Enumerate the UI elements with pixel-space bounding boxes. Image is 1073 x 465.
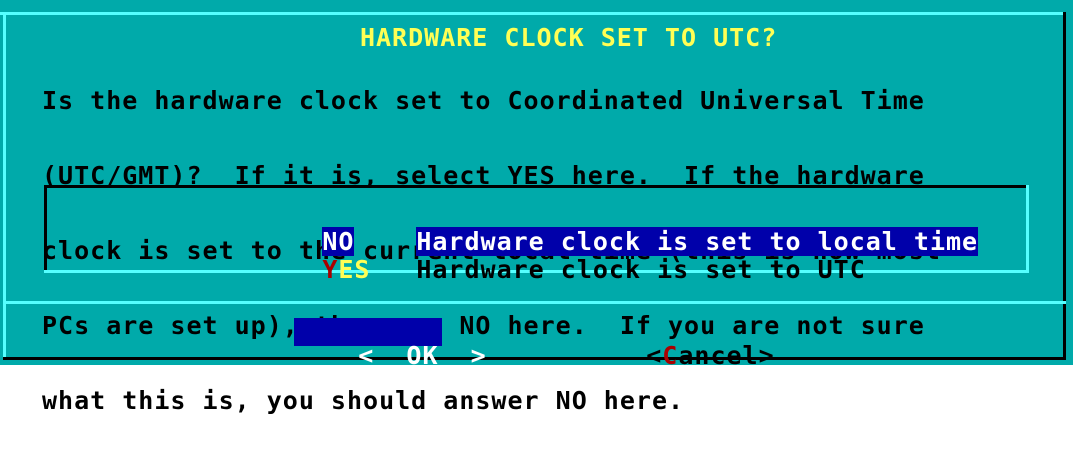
dialog-title-bar: HARDWARE CLOCK SET TO UTC?: [0, 0, 1073, 52]
frame-left-border: [3, 12, 6, 357]
cancel-button-hotkey: C: [662, 341, 679, 370]
message-line: what this is, you should answer NO here.: [42, 386, 685, 415]
menu-item-no[interactable]: NO Hardware clock is set to local time: [226, 204, 979, 256]
menu-box-left-border: [44, 185, 47, 273]
message-line: PCs are set up), then say NO here. If yo…: [42, 311, 925, 340]
cancel-button-left-bracket: <: [646, 341, 663, 370]
menu-box-top-border: [44, 185, 1029, 188]
menu-box-right-border: [1026, 185, 1029, 273]
menu-item-tag-rest: ES: [338, 255, 371, 284]
menu-item-hotkey: Y: [322, 255, 339, 284]
frame-right-border: [1063, 12, 1066, 360]
ok-button-label: OK: [406, 341, 439, 370]
ok-button-left-bracket: <: [358, 341, 375, 370]
ok-button[interactable]: < OK >: [294, 318, 486, 368]
cancel-button[interactable]: <Cancel>: [582, 318, 775, 368]
dialog-window: HARDWARE CLOCK SET TO UTC? Is the hardwa…: [0, 0, 1073, 413]
menu-item-description: Hardware clock is set to UTC: [416, 255, 866, 284]
cancel-button-label: ancel: [678, 341, 759, 370]
ok-button-right-bracket: >: [470, 341, 487, 370]
cancel-button-right-bracket: >: [758, 341, 775, 370]
menu-list-box: NO Hardware clock is set to local time YE…: [44, 185, 1029, 282]
menu-item-tag: YES: [322, 257, 416, 282]
message-line: Is the hardware clock set to Coordinated…: [42, 86, 925, 115]
menu-item-yes[interactable]: YES Hardware clock is set to UTC: [226, 232, 866, 282]
